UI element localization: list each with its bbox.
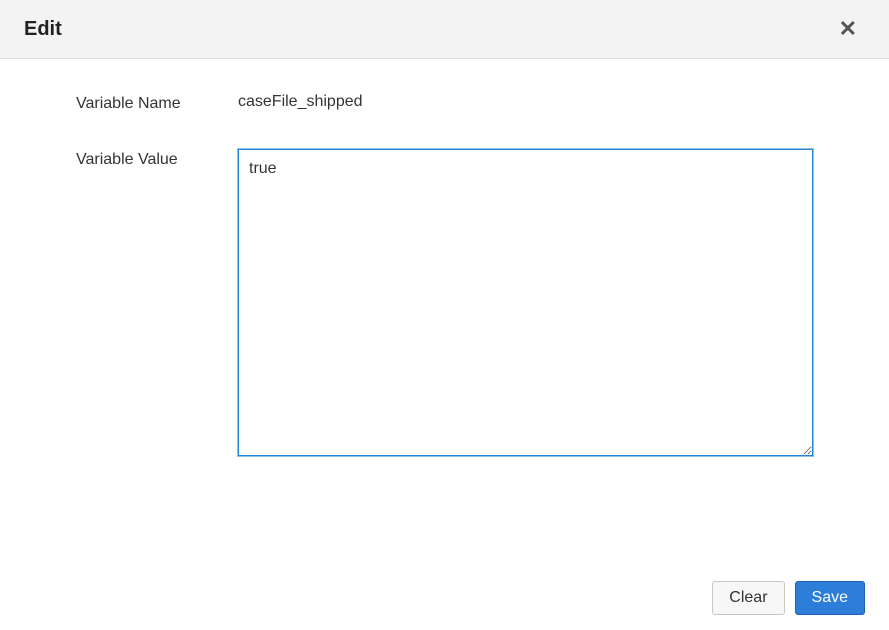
- variable-value-label: Variable Value: [48, 149, 238, 169]
- dialog-title: Edit: [24, 18, 62, 41]
- close-button[interactable]: ✕: [831, 14, 865, 44]
- save-button[interactable]: Save: [795, 581, 865, 615]
- clear-button[interactable]: Clear: [712, 581, 784, 615]
- variable-name-label: Variable Name: [48, 93, 238, 113]
- dialog-header: Edit ✕: [0, 0, 889, 59]
- variable-value-row: Variable Value: [48, 149, 841, 461]
- dialog-content: Variable Name caseFile_shipped Variable …: [0, 59, 889, 629]
- close-icon: ✕: [839, 16, 857, 41]
- variable-value-input[interactable]: [238, 149, 813, 456]
- variable-name-row: Variable Name caseFile_shipped: [48, 93, 841, 113]
- variable-name-value: caseFile_shipped: [238, 93, 841, 111]
- variable-value-container: [238, 149, 841, 461]
- dialog-footer: Clear Save: [712, 581, 865, 615]
